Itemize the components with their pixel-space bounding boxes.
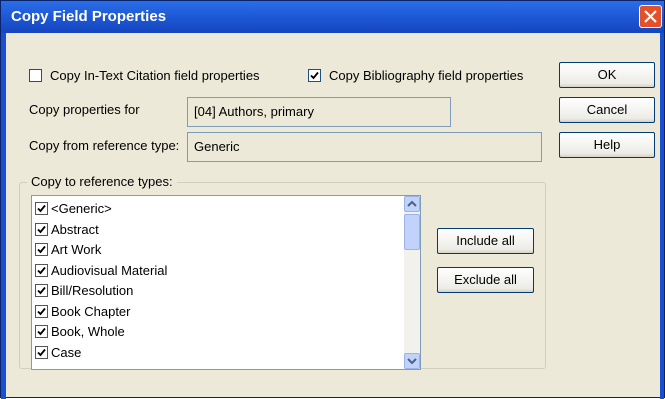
copy-from-field: Generic (187, 132, 542, 162)
list-scrollbar[interactable] (404, 196, 420, 369)
window-frame-left (1, 33, 6, 399)
biblio-option[interactable]: Copy Bibliography field properties (308, 68, 523, 83)
checkmark-icon (37, 286, 46, 295)
scroll-down-button[interactable] (404, 353, 420, 369)
copy-for-label: Copy properties for (29, 102, 140, 117)
checkmark-icon (37, 327, 46, 336)
list-item-label: Audiovisual Material (51, 262, 168, 278)
reference-types-list[interactable]: <Generic> Abstract Art Work Audiovisual Mat… (31, 195, 421, 370)
list-item[interactable]: Case (35, 342, 81, 363)
intext-option[interactable]: Copy In-Text Citation field properties (29, 68, 260, 83)
checkmark-icon (37, 266, 46, 274)
copy-for-field: [04] Authors, primary (187, 97, 451, 127)
list-item-checkbox[interactable] (35, 243, 48, 256)
copy-to-group-title: Copy to reference types: (27, 174, 177, 189)
list-item[interactable]: Book Chapter (35, 301, 131, 322)
ok-button[interactable]: OK (559, 62, 655, 88)
checkmark-icon (37, 307, 46, 315)
list-item-label: Book, Whole (51, 324, 125, 339)
list-item[interactable]: Book, Whole (35, 321, 125, 342)
biblio-checkbox-label: Copy Bibliography field properties (329, 68, 524, 83)
include-all-button[interactable]: Include all (437, 228, 534, 254)
dialog-window: Copy Field Properties Copy In-Text Citat… (0, 0, 665, 399)
list-item-checkbox[interactable] (35, 222, 48, 236)
scroll-up-button[interactable] (404, 196, 420, 212)
intext-checkbox[interactable] (29, 69, 42, 82)
list-item-checkbox[interactable] (35, 304, 48, 318)
list-item-label: <Generic> (51, 201, 112, 216)
dialog-title: Copy Field Properties (11, 8, 167, 25)
help-button[interactable]: Help (559, 132, 655, 158)
list-item-label: Bill/Resolution (51, 283, 134, 298)
list-item-label: Book Chapter (51, 303, 131, 319)
biblio-checkbox[interactable] (308, 69, 321, 82)
window-frame-right (660, 33, 664, 399)
list-item[interactable]: <Generic> (35, 198, 112, 219)
title-bar[interactable]: Copy Field Properties (1, 1, 664, 33)
list-item[interactable]: Audiovisual Material (35, 260, 167, 281)
list-item-label: Art Work (51, 242, 102, 257)
intext-checkbox-label: Copy In-Text Citation field properties (50, 68, 260, 83)
checkmark-icon (37, 348, 46, 356)
copy-from-label: Copy from reference type: (29, 138, 180, 153)
arrow-up-icon (407, 200, 417, 207)
list-item-checkbox[interactable] (35, 263, 48, 277)
list-item-checkbox[interactable] (35, 284, 48, 297)
checkmark-icon (37, 245, 46, 254)
close-button[interactable] (639, 5, 662, 28)
list-item[interactable]: Bill/Resolution (35, 280, 133, 301)
list-item[interactable]: Abstract (35, 219, 99, 240)
list-item-checkbox[interactable] (35, 202, 48, 215)
checkmark-icon (310, 71, 319, 80)
checkmark-icon (37, 204, 46, 213)
close-icon (644, 10, 657, 23)
arrow-down-icon (407, 358, 417, 365)
list-item-label: Abstract (51, 221, 99, 237)
scroll-thumb[interactable] (404, 214, 420, 250)
checkmark-icon (37, 225, 46, 233)
list-item-checkbox[interactable] (35, 325, 48, 338)
list-item-label: Case (51, 344, 82, 360)
list-item[interactable]: Art Work (35, 239, 101, 260)
cancel-button[interactable]: Cancel (559, 97, 655, 123)
list-item-checkbox[interactable] (35, 345, 48, 359)
exclude-all-button[interactable]: Exclude all (437, 267, 534, 293)
